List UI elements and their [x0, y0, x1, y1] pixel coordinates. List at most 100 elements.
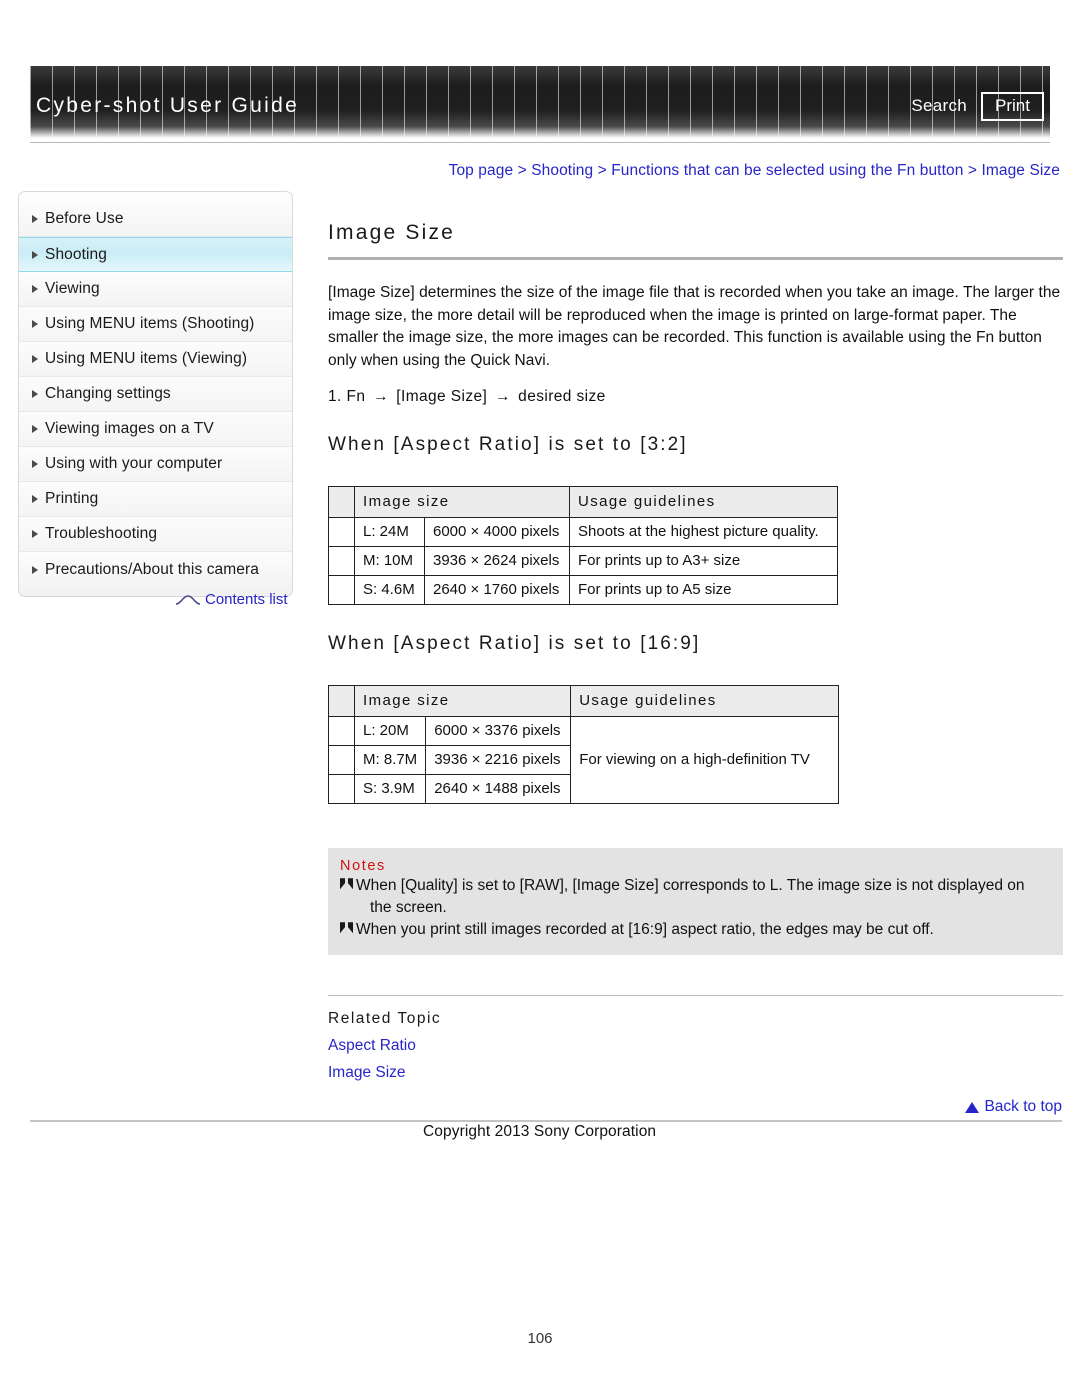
- arrow-right-icon: →: [494, 388, 511, 406]
- related-link-aspect-ratio[interactable]: Aspect Ratio: [328, 1037, 1063, 1055]
- cell-size-label: M: 8.7M: [353, 745, 427, 776]
- sidebar-item-precautions-about-this-camera[interactable]: Precautions/About this camera: [19, 552, 292, 587]
- step-part-fn: Fn: [346, 388, 366, 406]
- header-actions: Search Print: [911, 92, 1044, 121]
- sidebar-item-viewing-images-on-a-tv[interactable]: Viewing images on a TV: [19, 412, 292, 447]
- related-topic-title: Related Topic: [328, 1010, 442, 1028]
- procedure-step-1: 1. Fn → [Image Size] → desired size: [328, 388, 1063, 406]
- note-line: When you print still images recorded at …: [356, 921, 934, 939]
- cell-usage-merged: For viewing on a high-definition TV: [570, 716, 840, 805]
- sidebar-item-using-menu-items-viewing[interactable]: Using MENU items (Viewing): [19, 342, 292, 377]
- step-part-image-size: [Image Size]: [396, 388, 488, 406]
- back-to-top-link[interactable]: Back to top: [965, 1098, 1062, 1116]
- row-lead-cell: [328, 517, 355, 548]
- step-number: 1.: [328, 388, 342, 406]
- triangle-right-icon: [32, 425, 38, 433]
- breadcrumb-item-shooting[interactable]: Shooting: [531, 162, 593, 179]
- triangle-right-icon: [32, 390, 38, 398]
- cell-pixels: 3936 × 2216 pixels: [425, 745, 572, 776]
- table-header-usage-guidelines: Usage guidelines: [570, 685, 840, 718]
- page-title: Image Size: [328, 221, 456, 244]
- related-link-image-size[interactable]: Image Size: [328, 1064, 1063, 1082]
- breadcrumb-separator: >: [517, 162, 527, 179]
- header-divider: [30, 142, 1050, 143]
- sidebar-item-before-use[interactable]: Before Use: [19, 202, 292, 237]
- sidebar-item-label: Viewing images on a TV: [45, 420, 214, 437]
- table-row: M: 10M 3936 × 2624 pixels For prints up …: [328, 546, 838, 577]
- breadcrumb-item-functions[interactable]: Functions that can be selected using the…: [611, 162, 963, 179]
- note-bullet-icon: [340, 875, 355, 895]
- row-lead-cell: [328, 716, 355, 747]
- sidebar-item-troubleshooting[interactable]: Troubleshooting: [19, 517, 292, 552]
- sidebar-item-label: Shooting: [45, 245, 107, 263]
- sidebar-item-using-with-your-computer[interactable]: Using with your computer: [19, 447, 292, 482]
- breadcrumb: Top page > Shooting > Functions that can…: [449, 162, 1060, 180]
- breadcrumb-item-image-size[interactable]: Image Size: [981, 162, 1060, 179]
- sidebar-item-label: Changing settings: [45, 385, 171, 402]
- cell-usage: Shoots at the highest picture quality.: [569, 517, 838, 548]
- sidebar-item-changing-settings[interactable]: Changing settings: [19, 377, 292, 412]
- breadcrumb-separator: >: [967, 162, 978, 179]
- triangle-right-icon: [32, 495, 38, 503]
- page-number: 106: [527, 1330, 553, 1347]
- triangle-right-icon: [32, 285, 38, 293]
- sidebar-item-label: Precautions/About this camera: [45, 560, 259, 578]
- arc-swoosh-icon: [175, 595, 201, 605]
- note-item: When you print still images recorded at …: [340, 919, 1051, 941]
- cell-pixels: 6000 × 4000 pixels: [424, 517, 570, 548]
- triangle-right-icon: [32, 530, 38, 538]
- sidebar-item-using-menu-items-shooting[interactable]: Using MENU items (Shooting): [19, 307, 292, 342]
- sidebar-navigation: Before Use Shooting Viewing Using MENU i…: [18, 191, 293, 597]
- cell-size-label: M: 10M: [354, 546, 425, 577]
- arrow-right-icon: →: [373, 388, 389, 406]
- cell-size-label: L: 20M: [353, 716, 427, 747]
- triangle-right-icon: [32, 565, 38, 574]
- cell-size-label: L: 24M: [354, 517, 425, 548]
- triangle-right-icon: [32, 250, 38, 259]
- step-part-desired-size: desired size: [518, 388, 606, 406]
- title-divider: [328, 257, 1063, 261]
- triangle-right-icon: [32, 460, 38, 468]
- row-lead-cell: [328, 745, 355, 776]
- sidebar-item-label: Printing: [45, 490, 99, 507]
- sidebar-item-printing[interactable]: Printing: [19, 482, 292, 517]
- notes-panel: Notes When [Quality] is set to [RAW], [I…: [328, 848, 1063, 956]
- cell-pixels: 2640 × 1760 pixels: [424, 575, 570, 606]
- print-button[interactable]: Print: [981, 92, 1044, 121]
- table-header-lead: [328, 685, 355, 718]
- sidebar-item-viewing[interactable]: Viewing: [19, 272, 292, 307]
- image-size-table-169: Image size Usage guidelines L: 20M 6000 …: [328, 685, 840, 805]
- note-bullet-icon: [340, 919, 355, 939]
- row-lead-cell: [328, 774, 355, 805]
- row-lead-cell: [328, 575, 355, 606]
- table-row: L: 24M 6000 × 4000 pixels Shoots at the …: [328, 517, 838, 548]
- table-row: S: 4.6M 2640 × 1760 pixels For prints up…: [328, 575, 838, 606]
- sidebar-item-label: Before Use: [45, 210, 124, 227]
- note-line: the screen.: [370, 899, 447, 917]
- footer-divider: [30, 1120, 1062, 1122]
- image-size-table-32: Image size Usage guidelines L: 24M 6000 …: [328, 486, 838, 606]
- note-item: When [Quality] is set to [RAW], [Image S…: [340, 875, 1051, 919]
- table-header-image-size: Image size: [354, 486, 570, 519]
- sidebar-item-label: Using MENU items (Viewing): [45, 350, 248, 367]
- search-button[interactable]: Search: [911, 96, 967, 116]
- note-item-text: When you print still images recorded at …: [356, 919, 1051, 941]
- breadcrumb-item-top-page[interactable]: Top page: [449, 162, 514, 179]
- triangle-right-icon: [32, 320, 38, 328]
- cell-usage: For prints up to A5 size: [569, 575, 838, 606]
- table-header-usage-guidelines: Usage guidelines: [569, 486, 838, 519]
- section-heading-aspect-32: When [Aspect Ratio] is set to [3:2]: [328, 434, 688, 456]
- cell-pixels: 6000 × 3376 pixels: [425, 716, 572, 747]
- sidebar-item-shooting[interactable]: Shooting: [19, 237, 292, 272]
- breadcrumb-separator: >: [597, 162, 607, 179]
- related-divider: [328, 995, 1063, 997]
- table-header-row: Image size Usage guidelines: [328, 685, 840, 718]
- contents-list-link[interactable]: Contents list: [175, 591, 288, 608]
- back-to-top-label: Back to top: [984, 1098, 1062, 1115]
- table-header-lead: [328, 486, 355, 519]
- note-item-text: When [Quality] is set to [RAW], [Image S…: [356, 875, 1051, 919]
- note-line: When [Quality] is set to [RAW], [Image S…: [356, 877, 1025, 895]
- cell-pixels: 2640 × 1488 pixels: [425, 774, 572, 805]
- cell-size-label: S: 3.9M: [353, 774, 427, 805]
- app-title: Cyber-shot User Guide: [36, 94, 300, 117]
